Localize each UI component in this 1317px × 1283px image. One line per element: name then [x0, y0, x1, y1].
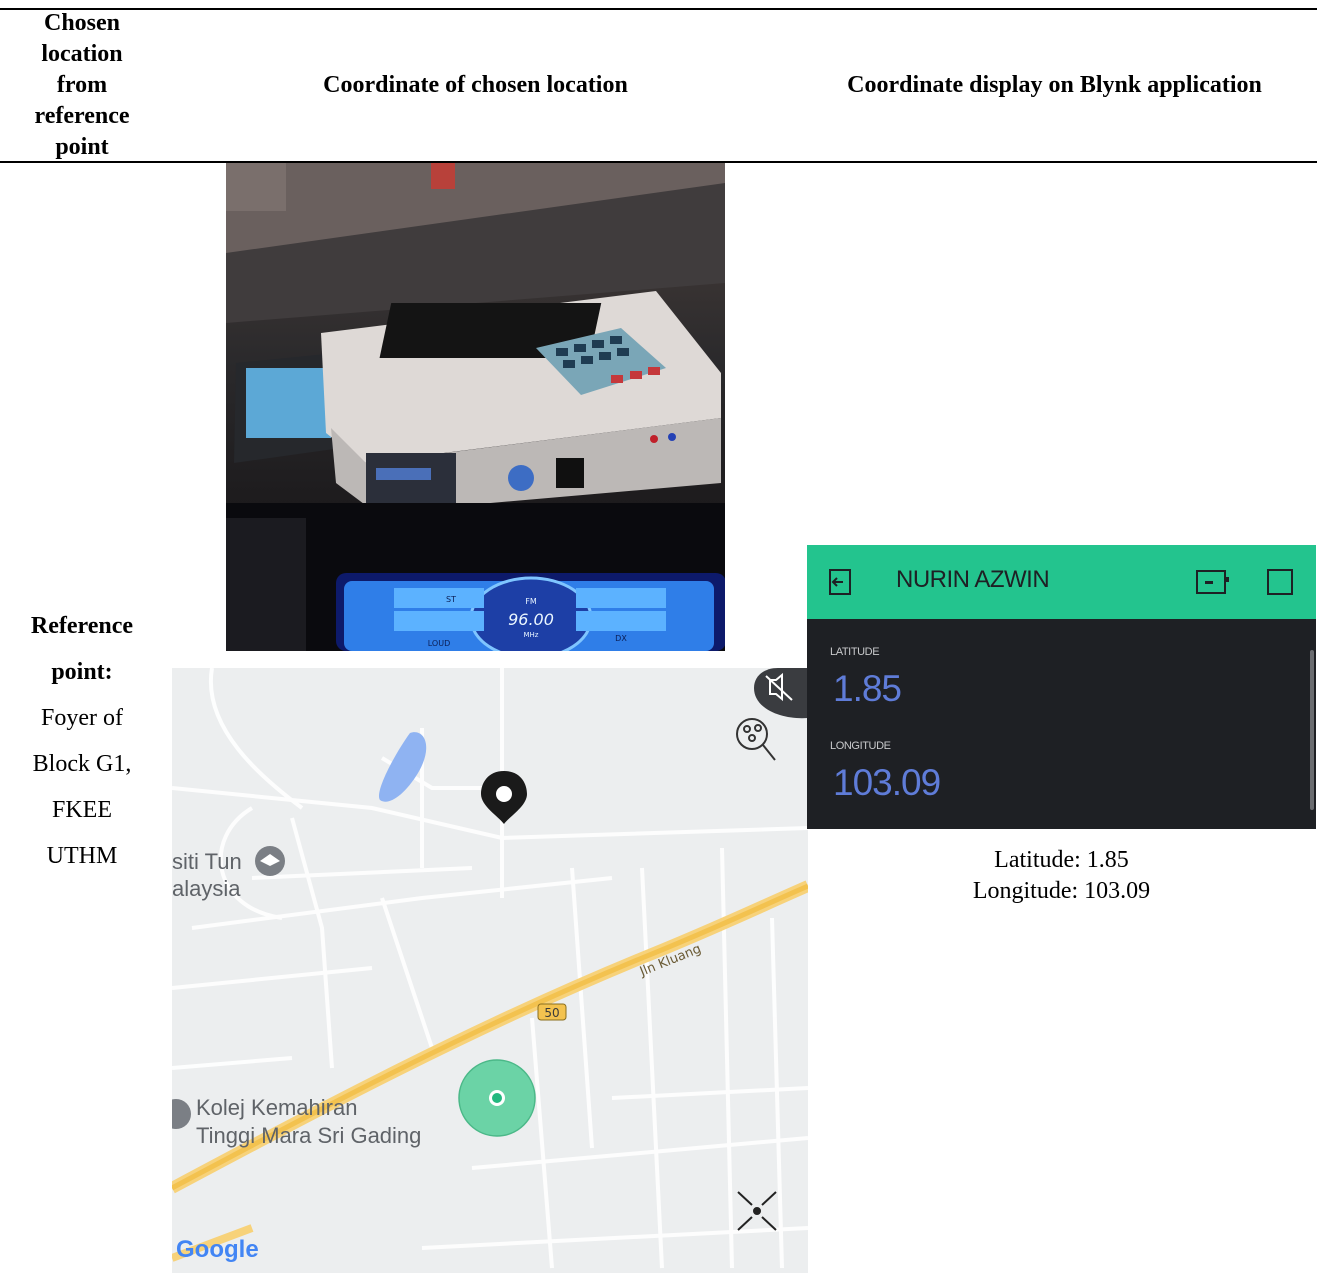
latitude-label: LATITUDE — [830, 646, 880, 658]
radio-button-dx: DX — [615, 634, 627, 643]
college-label: Kolej Kemahiran Tinggi Mara Sri Gading — [196, 1095, 422, 1148]
radio-band: FM — [525, 597, 537, 606]
university-label: siti Tun alaysia — [172, 849, 242, 901]
reference-line-4: UTHM — [46, 843, 118, 869]
blynk-app-screenshot: NURIN AZWIN LATITUDE 1.85 LONGITUDE 103.… — [807, 545, 1316, 829]
longitude-caption: Longitude: 103.09 — [972, 878, 1151, 904]
header-blynk: Coordinate display on Blynk application — [847, 72, 1262, 98]
longitude-value: 103.09 — [833, 762, 941, 803]
header-chosen-location: Chosen location from reference point — [34, 10, 130, 160]
scrollbar[interactable] — [1310, 650, 1314, 810]
radio-button-loud: LOUD — [428, 639, 450, 648]
radio-frequency: 96.00 — [508, 610, 554, 629]
reference-line-3: FKEE — [52, 797, 112, 823]
latitude-value: 1.85 — [833, 668, 902, 709]
google-map: 50 Jln Kluang siti Tun alaysia Kolej Kem… — [172, 668, 808, 1273]
reference-line-1: Foyer of — [41, 705, 123, 731]
table-top-rule — [0, 8, 1317, 10]
longitude-label: LONGITUDE — [830, 740, 891, 752]
device-photo: FM 96.00 MHz ST LOUD DX — [226, 163, 725, 651]
blynk-header-bar — [807, 545, 1316, 619]
exit-icon[interactable] — [825, 567, 855, 597]
reference-line-2: Block G1, — [32, 751, 132, 777]
google-logo: Google — [176, 1236, 259, 1263]
blynk-project-title: NURIN AZWIN — [896, 566, 1050, 593]
header-coordinate: Coordinate of chosen location — [323, 72, 628, 98]
radio-button-st: ST — [446, 595, 456, 604]
play-stop-icon[interactable] — [1265, 567, 1295, 597]
route-50-label: 50 — [544, 1006, 559, 1020]
reference-point-label: Reference point: — [30, 613, 134, 685]
latitude-caption: Latitude: 1.85 — [994, 847, 1129, 873]
radio-unit: MHz — [524, 631, 539, 639]
device-icon[interactable] — [1195, 567, 1231, 597]
